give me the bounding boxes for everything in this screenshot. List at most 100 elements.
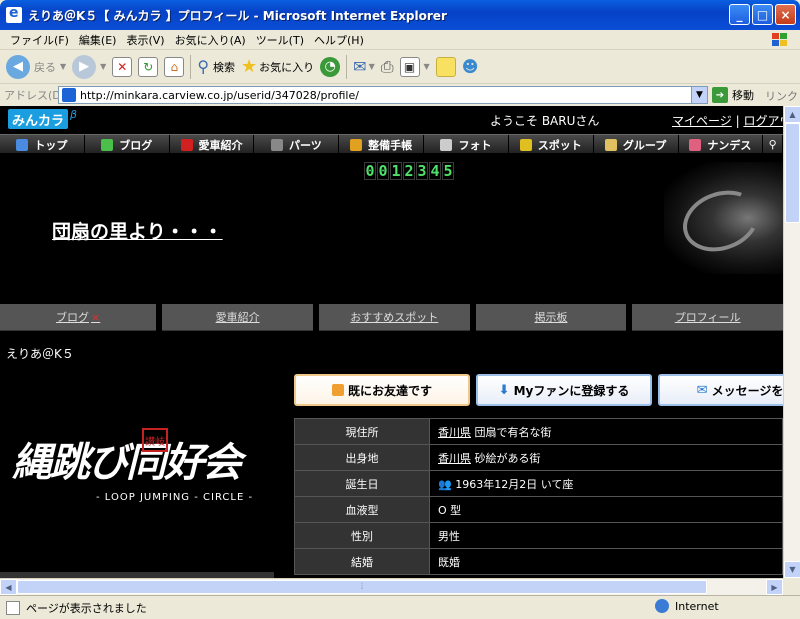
security-zone: Internet <box>655 599 719 613</box>
vertical-scrollbar[interactable]: ▲ ▼ <box>783 106 800 578</box>
profile-subnav: ブログ × 愛車紹介 おすすめスポット 掲示板 プロフィール <box>0 304 783 331</box>
welcome-text: ようこそ BARUさん <box>490 114 600 128</box>
nav-nandesu[interactable]: ナンデス <box>679 135 764 154</box>
back-button[interactable]: ◀ 戻る ▼ <box>6 54 66 79</box>
window-title: えりあ＠K５【 みんカラ 】プロフィール - Microsoft Interne… <box>28 8 447 23</box>
new-mark-icon: × <box>91 310 101 324</box>
subnav-spots[interactable]: おすすめスポット <box>318 304 470 331</box>
refresh-button[interactable]: ↻ <box>138 56 159 77</box>
star-icon: ★ <box>241 56 258 77</box>
status-bar: ページが表示されました Internet <box>0 595 800 619</box>
edit-dropdown-icon[interactable]: ▼ <box>424 62 430 71</box>
menu-file[interactable]: ファイル(F) <box>10 32 69 48</box>
forward-button[interactable]: ▶ ▼ <box>72 54 106 79</box>
nav-maintenance[interactable]: 整備手帳 <box>339 135 425 154</box>
nav-spot[interactable]: スポット <box>509 135 594 154</box>
table-row: 結婚 既婚 <box>294 548 783 575</box>
discuss-button[interactable] <box>435 56 456 77</box>
stop-button[interactable]: ✕ <box>112 56 133 77</box>
group-logo-subtitle: - LOOP JUMPING - CIRCLE - <box>96 492 254 503</box>
nav-group[interactable]: グループ <box>594 135 679 154</box>
camera-icon <box>440 138 453 151</box>
horizontal-scrollbar[interactable]: ◀ ⦙ ▶ <box>0 578 783 595</box>
subnav-blog[interactable]: ブログ × <box>0 304 157 331</box>
menu-help[interactable]: ヘルプ(H) <box>314 32 364 48</box>
close-button[interactable]: × <box>775 4 796 25</box>
nav-blog[interactable]: ブログ <box>85 135 170 154</box>
subnav-cars[interactable]: 愛車紹介 <box>162 304 313 331</box>
register-fan-button[interactable]: ⬇ Myファンに登録する <box>476 374 652 406</box>
windows-logo-icon <box>772 33 787 46</box>
forward-arrow-icon: ▶ <box>72 54 97 79</box>
media-button[interactable]: ◔ <box>320 56 341 77</box>
print-button[interactable]: ⎙ <box>381 57 394 77</box>
scroll-left-icon[interactable]: ◀ <box>0 579 17 595</box>
hero-title[interactable]: 団扇の里より・・・ <box>52 217 223 244</box>
globe-icon <box>655 599 669 613</box>
friend-icon <box>331 384 344 396</box>
messenger-button[interactable]: ☻ <box>462 57 479 76</box>
mail-button[interactable]: ✉ ▼ <box>353 57 375 76</box>
logout-link[interactable]: ログアウ <box>743 114 783 128</box>
go-arrow-icon: ➔ <box>712 87 728 103</box>
subnav-profile[interactable]: プロフィール <box>632 304 783 331</box>
links-button[interactable]: リンク <box>765 88 798 104</box>
home-button[interactable]: ⌂ <box>164 56 185 77</box>
scroll-right-icon[interactable]: ▶ <box>766 579 783 595</box>
site-nav: トップ ブログ 愛車紹介 パーツ 整備手帳 フォト スポット グループ ナンデス… <box>0 134 783 154</box>
page-icon <box>62 88 76 102</box>
logo-stamp: 讃岐 <box>142 428 168 452</box>
prefecture-link[interactable]: 香川県 <box>438 452 471 465</box>
menu-view[interactable]: 表示(V) <box>126 32 164 48</box>
menu-favorites[interactable]: お気に入り(A) <box>175 32 246 48</box>
refresh-icon: ↻ <box>138 56 159 77</box>
address-input[interactable]: http://minkara.carview.co.jp/userid/3470… <box>58 86 708 104</box>
mypage-link[interactable]: マイページ <box>672 114 732 128</box>
search-button[interactable]: ⚲ 検索 <box>197 57 235 76</box>
car-icon <box>180 138 193 151</box>
header-links: マイページ | ログアウ <box>672 112 783 129</box>
page-viewport: みんカラ β ようこそ BARUさん マイページ | ログアウ トップ ブログ … <box>0 106 783 578</box>
menu-edit[interactable]: 編集(E) <box>79 32 117 48</box>
maximize-button[interactable]: □ <box>752 4 773 25</box>
group-logo-image: 縄跳び同好会 讃岐 - LOOP JUMPING - CIRCLE - <box>0 406 290 578</box>
nav-top[interactable]: トップ <box>0 135 85 154</box>
window-titlebar[interactable]: えりあ＠K５【 みんカラ 】プロフィール - Microsoft Interne… <box>0 0 800 30</box>
nav-photo[interactable]: フォト <box>424 135 509 154</box>
beta-mark: β <box>70 108 78 121</box>
scroll-up-icon[interactable]: ▲ <box>784 106 800 123</box>
flag-icon <box>519 138 532 151</box>
subnav-bbs[interactable]: 掲示板 <box>475 304 627 331</box>
down-arrow-icon: ⬇ <box>498 382 510 398</box>
address-dropdown-icon[interactable]: ▼ <box>691 87 707 103</box>
back-arrow-icon: ◀ <box>6 54 30 79</box>
wrench-icon <box>350 138 363 151</box>
scroll-down-icon[interactable]: ▼ <box>784 561 800 578</box>
group-logo-text: 縄跳び同好会 <box>12 440 242 486</box>
nav-cars[interactable]: 愛車紹介 <box>170 135 255 154</box>
ie-app-icon <box>6 5 22 23</box>
send-message-button[interactable]: ✉ メッセージを送 <box>658 374 783 406</box>
back-dropdown-icon[interactable]: ▼ <box>60 62 66 71</box>
standard-toolbar: ◀ 戻る ▼ ▶ ▼ ✕ ↻ ⌂ ⚲ 検索 ★ お気に入り ◔ ✉ ▼ ⎙ ▣ … <box>0 50 800 84</box>
minkara-logo[interactable]: みんカラ <box>8 109 68 129</box>
prefecture-link[interactable]: 香川県 <box>438 426 471 439</box>
address-label: アドレス(D) <box>4 89 66 102</box>
mail-dropdown-icon[interactable]: ▼ <box>369 62 375 71</box>
forward-dropdown-icon[interactable]: ▼ <box>100 62 106 71</box>
access-counter: 0 0 1 2 3 4 5 <box>364 162 454 180</box>
minimize-button[interactable]: _ <box>729 4 750 25</box>
vertical-scroll-thumb[interactable] <box>785 123 800 223</box>
already-friend-button[interactable]: 既にお友達です <box>294 374 470 406</box>
mail-icon: ✉ <box>353 57 367 76</box>
mail-icon: ✉ <box>696 382 708 398</box>
table-row: 性別 男性 <box>294 522 783 549</box>
go-button[interactable]: ➔ 移動 <box>712 87 754 103</box>
messenger-people-icon: ☻ <box>461 57 479 76</box>
nav-parts[interactable]: パーツ <box>254 135 340 154</box>
favorites-button[interactable]: ★ お気に入り <box>241 56 314 77</box>
menu-tools[interactable]: ツール(T) <box>256 32 304 48</box>
nav-search[interactable]: ⚲ <box>763 135 783 154</box>
horizontal-scroll-thumb[interactable]: ⦙ <box>17 580 707 594</box>
edit-button[interactable]: ▣ ▼ <box>399 56 430 77</box>
